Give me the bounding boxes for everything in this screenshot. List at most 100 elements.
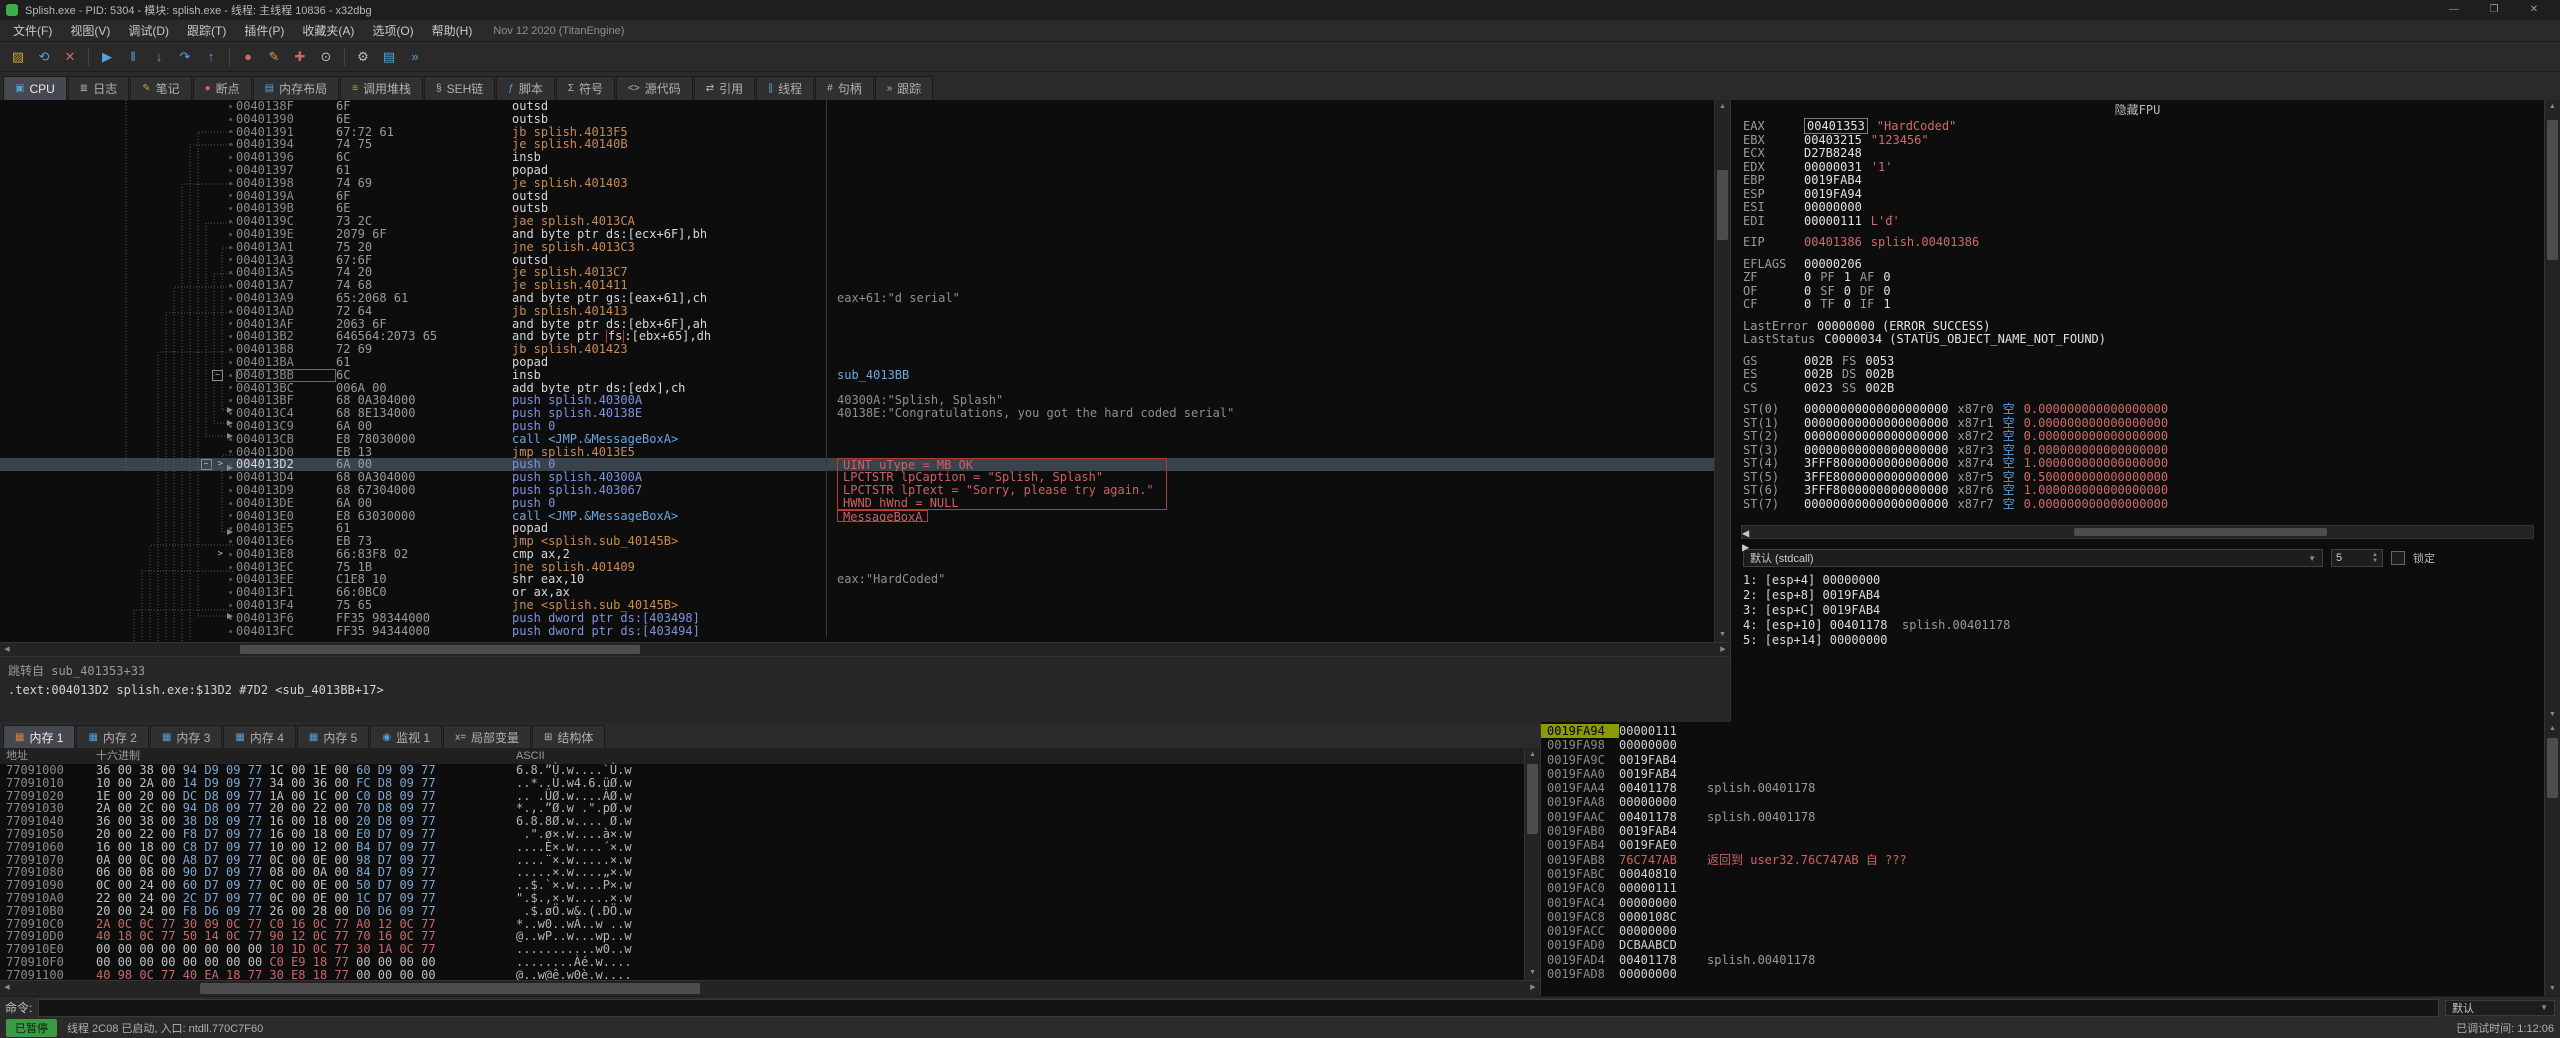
tab-监视 1[interactable]: ◉ 监视 1 xyxy=(370,725,443,748)
register-line[interactable]: ST(2) 00000000000000000000 x87r2 空 0.0000000… xyxy=(1731,429,2544,444)
disassembly-pane[interactable]: 0040138F 6F outsd 00401390 6E outsb 00401391 67… xyxy=(0,100,1714,642)
scroll-down-button[interactable]: ▼ xyxy=(1715,628,1730,642)
register-line[interactable]: LastError 00000000 (ERROR_SUCCESS) xyxy=(1731,319,2544,334)
disasm-row[interactable]: 004013AD 72 64 jb splish.401413 xyxy=(0,304,1714,318)
stack-row[interactable]: 0019FAA8 00000000 xyxy=(1541,795,2544,809)
breakpoint-dot[interactable] xyxy=(229,514,232,518)
menu-item-4[interactable]: 插件(P) xyxy=(235,20,293,41)
stack-scroll-up[interactable]: ▲ xyxy=(2545,722,2560,736)
fold-marker[interactable]: − xyxy=(212,369,223,381)
breakpoint-dot[interactable] xyxy=(229,463,232,467)
register-line[interactable]: ST(4) 3FFF8000000000000000 x87r4 空 1.0000000… xyxy=(1731,456,2544,471)
dump-scrollbar[interactable]: ▲ ▼ xyxy=(1524,748,1540,980)
dump-hscrollbar[interactable]: ◀ ▶ xyxy=(0,980,1540,996)
restart-button[interactable]: ⟲ xyxy=(31,45,57,69)
argument-row[interactable]: 1: [esp+4] 00000000 xyxy=(1731,573,2544,588)
register-line[interactable]: GS 002B FS 0053 xyxy=(1731,354,2544,369)
disasm-row[interactable]: 00401398 74 69 je splish.401403 xyxy=(0,176,1714,190)
register-line[interactable]: EDX 00000031 '1' xyxy=(1731,160,2544,175)
tab-笔记[interactable]: ✎ 笔记 xyxy=(130,76,192,100)
register-line[interactable]: ST(5) 3FFE8000000000000000 x87r5 空 0.5000000… xyxy=(1731,470,2544,485)
stack-row[interactable]: 0019FABC 00040810 xyxy=(1541,867,2544,881)
tab-内存布局[interactable]: ▤ 内存布局 xyxy=(252,76,340,100)
disasm-row[interactable]: 0040139E 2079 6F and byte ptr ds:[ecx+6F],… xyxy=(0,228,1714,241)
argument-row[interactable]: 3: [esp+C] 0019FAB4 xyxy=(1731,603,2544,618)
breakpoint-dot[interactable] xyxy=(229,437,232,441)
disasm-row[interactable]: 004013DE 6A 00 push 0 HWND hWnd = NULL xyxy=(0,496,1714,510)
pause-button[interactable]: ‖ xyxy=(120,45,146,69)
stack-scroll-thumb[interactable] xyxy=(2547,738,2558,798)
breakpoint-dot[interactable] xyxy=(229,399,232,403)
tab-内存 3[interactable]: ▦ 内存 3 xyxy=(149,725,223,748)
tab-符号[interactable]: Σ 符号 xyxy=(555,76,616,100)
disasm-row[interactable]: 004013D9 68 67304000 push splish.403067 LPC… xyxy=(0,484,1714,497)
settings-button[interactable]: ⚙ xyxy=(350,45,376,69)
breakpoint-dot[interactable] xyxy=(229,488,232,492)
breakpoint-dot[interactable] xyxy=(229,181,232,185)
registers-scroll-up[interactable]: ▲ xyxy=(2545,100,2560,114)
registers-pane[interactable]: 隐藏FPU EAX 00401353 "HardCoded" EBX 00403215 "… xyxy=(1730,100,2544,722)
breakpoint-dot[interactable] xyxy=(229,194,232,198)
dump-scroll-up[interactable]: ▲ xyxy=(1525,748,1540,762)
stack-row[interactable]: 0019FA9C 0019FAB4 xyxy=(1541,753,2544,767)
stack-row[interactable]: 0019FAA0 0019FAB4 xyxy=(1541,767,2544,781)
disasm-row[interactable]: 00401390 6E outsb xyxy=(0,112,1714,126)
disasm-row[interactable]: 004013BA 61 popad xyxy=(0,356,1714,369)
close-button[interactable]: ✕ xyxy=(2514,0,2554,20)
registers-hscrollbar[interactable]: ◀ ▶ xyxy=(1741,525,2534,554)
register-line[interactable]: ST(3) 00000000000000000000 x87r3 空 0.0000000… xyxy=(1731,443,2544,458)
breakpoint-button[interactable]: ● xyxy=(235,45,261,69)
scroll-right-button[interactable]: ▶ xyxy=(1716,643,1730,657)
disasm-hscroll-thumb[interactable] xyxy=(240,645,640,654)
close-debuggee-button[interactable]: ✕ xyxy=(57,45,83,69)
breakpoint-dot[interactable] xyxy=(229,130,232,134)
tab-源代码[interactable]: <> 源代码 xyxy=(616,76,693,100)
tab-调用堆栈[interactable]: ≡ 调用堆栈 xyxy=(340,76,423,100)
disasm-row[interactable]: 004013FC FF35 94344000 push dword ptr ds:[… xyxy=(0,624,1714,638)
scroll-up-button[interactable]: ▲ xyxy=(1715,100,1730,114)
stack-row[interactable]: 0019FACC 00000000 xyxy=(1541,924,2544,938)
breakpoint-dot[interactable] xyxy=(229,629,232,633)
disasm-row[interactable]: 004013C4 68 8E134000 push splish.40138E 401… xyxy=(0,407,1714,420)
dump-scroll-down[interactable]: ▼ xyxy=(1525,966,1540,980)
dump-hscroll-thumb[interactable] xyxy=(200,983,700,994)
menu-item-7[interactable]: 帮助(H) xyxy=(423,20,482,41)
breakpoint-dot[interactable] xyxy=(229,207,232,211)
minimize-button[interactable]: — xyxy=(2434,0,2474,20)
disasm-row[interactable]: >004013E8 66:83F8 02 cmp ax,2 xyxy=(0,548,1714,561)
breakpoint-dot[interactable] xyxy=(229,450,232,454)
breakpoint-dot[interactable] xyxy=(229,591,232,595)
register-line[interactable]: ST(7) 00000000000000000000 x87r7 空 0.0000000… xyxy=(1731,497,2544,512)
stack-row[interactable]: 0019FAB8 76C747AB 返回到 user32.76C747AB 自 ??… xyxy=(1541,853,2544,867)
breakpoint-dot[interactable] xyxy=(229,117,232,121)
disasm-row[interactable]: 004013A9 65:2068 61 and byte ptr gs:[eax+6… xyxy=(0,292,1714,305)
breakpoint-dot[interactable] xyxy=(229,322,232,326)
breakpoint-dot[interactable] xyxy=(229,271,232,275)
disasm-row[interactable]: − 004013BB 6C insb sub_4013BB xyxy=(0,368,1714,382)
disasm-row[interactable]: 004013D4 68 0A304000 push splish.40300A LPC… xyxy=(0,471,1714,484)
breakpoint-dot[interactable] xyxy=(229,412,232,416)
find-pattern-button[interactable]: ⊙ xyxy=(313,45,339,69)
registers-scrollbar[interactable]: ▲ ▼ xyxy=(2544,100,2560,722)
stack-row[interactable]: 0019FA98 00000000 xyxy=(1541,738,2544,752)
register-line[interactable]: ZF 0 PF 1 AF 0 xyxy=(1731,270,2544,285)
step-into-button[interactable]: ↓ xyxy=(146,45,172,69)
stack-scroll-down[interactable]: ▼ xyxy=(2545,982,2560,996)
stack-row[interactable]: 0019FAD4 00401178 splish.00401178 xyxy=(1541,953,2544,967)
breakpoint-dot[interactable] xyxy=(229,168,232,172)
tab-内存 4[interactable]: ▦ 内存 4 xyxy=(223,725,296,748)
stack-row[interactable]: 0019FA94 00000111 xyxy=(1541,724,2544,739)
dump-scroll-right[interactable]: ▶ xyxy=(1526,981,1540,995)
menu-item-1[interactable]: 视图(V) xyxy=(61,20,119,41)
tab-局部变量[interactable]: x= 局部变量 xyxy=(443,725,531,748)
breakpoint-dot[interactable] xyxy=(229,220,232,224)
register-line[interactable]: ESI 00000000 xyxy=(1731,200,2544,215)
disasm-row[interactable]: 004013F6 FF35 98344000 push dword ptr ds:[… xyxy=(0,612,1714,625)
tab-结构体[interactable]: ⊞ 结构体 xyxy=(531,725,606,748)
breakpoint-dot[interactable] xyxy=(229,348,232,352)
breakpoint-dot[interactable] xyxy=(229,335,232,339)
tab-内存 1[interactable]: ▦ 内存 1 xyxy=(3,725,76,748)
tab-SEH链[interactable]: § SEH链 xyxy=(424,76,496,100)
command-profile-select[interactable]: 默认 ▼ xyxy=(2445,999,2555,1016)
tab-线程[interactable]: ∥ 线程 xyxy=(756,76,815,100)
